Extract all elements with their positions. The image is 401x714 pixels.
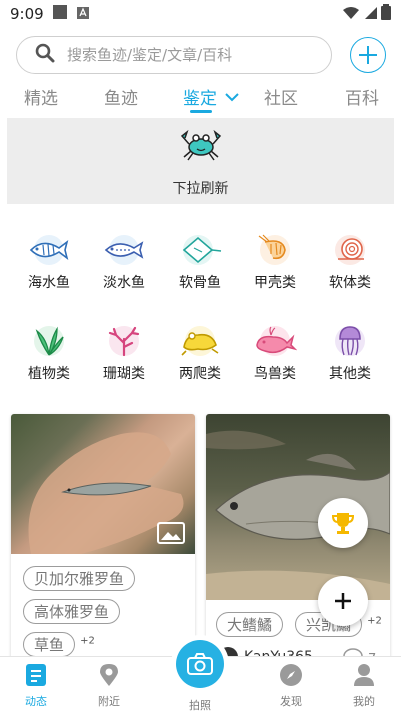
nav-fujin[interactable]: 附近: [84, 663, 134, 709]
frog-icon: [181, 326, 219, 356]
plus-icon: [359, 46, 377, 64]
tab-jianding[interactable]: 鉴定: [183, 84, 217, 109]
chevron-down-icon[interactable]: [224, 88, 240, 107]
coral-icon: [108, 326, 140, 357]
tab-jingxuan[interactable]: 精选: [24, 84, 58, 109]
signal-icon: [363, 5, 377, 24]
species-tag[interactable]: 大鳍鱊: [216, 612, 284, 637]
wifi-icon: [343, 5, 359, 24]
notification-icon: [52, 4, 68, 24]
more-tags-count: +2: [80, 635, 95, 647]
top-tabs: 精选 鱼迹 鉴定 社区 百科: [0, 84, 401, 114]
battery-icon: [381, 4, 391, 24]
category-ruanguyu[interactable]: 软骨鱼: [170, 234, 230, 292]
species-tag[interactable]: 贝加尔雅罗鱼: [23, 566, 136, 591]
category-label: 海水鱼: [28, 275, 70, 291]
category-shanhulei[interactable]: 珊瑚类: [94, 325, 154, 383]
feed-card-right[interactable]: 大鳍鱊 兴凯鱊 +2 KanYu365 7: [206, 414, 390, 674]
search-row: [16, 36, 386, 74]
tab-shequ[interactable]: 社区: [264, 84, 298, 109]
tab-indicator: [190, 110, 212, 113]
category-jiakelei[interactable]: 甲壳类: [245, 234, 305, 292]
category-zhiwulei[interactable]: 植物类: [19, 325, 79, 383]
jellyfish-icon: [335, 326, 365, 356]
location-pin-icon: [100, 664, 118, 686]
shell-icon: [335, 235, 365, 265]
feed-icon: [26, 664, 46, 686]
profile-icon: [354, 664, 374, 686]
keyboard-icon: [76, 5, 90, 24]
plant-icon: [34, 326, 64, 356]
status-bar: 9:09: [0, 0, 401, 28]
category-label: 鸟兽类: [254, 366, 296, 382]
category-haishuiyu[interactable]: 海水鱼: [19, 234, 79, 292]
tab-yuji[interactable]: 鱼迹: [104, 84, 138, 109]
more-tags-count: +2: [367, 615, 382, 627]
nav-wode[interactable]: 我的: [339, 663, 389, 709]
compass-icon: [280, 664, 302, 686]
ray-icon: [182, 235, 222, 265]
nav-dongtai[interactable]: 动态: [11, 663, 61, 709]
nav-label: 我的: [353, 695, 375, 708]
saltwater-fish-icon: [29, 235, 69, 265]
category-label: 珊瑚类: [103, 366, 145, 382]
search-bar[interactable]: [16, 36, 332, 74]
category-label: 淡水鱼: [103, 275, 145, 291]
category-label: 软体类: [329, 275, 371, 291]
category-label: 植物类: [28, 366, 70, 382]
species-tag[interactable]: 高体雅罗鱼: [23, 599, 121, 624]
trophy-button[interactable]: [318, 498, 368, 548]
floating-add-button[interactable]: [318, 576, 368, 626]
category-label: 甲壳类: [254, 275, 296, 291]
gallery-icon: [157, 522, 185, 544]
freshwater-fish-icon: [104, 235, 144, 265]
tab-baike[interactable]: 百科: [345, 84, 379, 109]
nav-faxian[interactable]: 发现: [266, 663, 316, 709]
search-icon: [35, 43, 55, 67]
category-niaoshoulei[interactable]: 鸟兽类: [245, 325, 305, 383]
status-time: 9:09: [10, 5, 44, 23]
category-label: 软骨鱼: [179, 275, 221, 291]
species-tag[interactable]: 草鱼: [23, 632, 76, 657]
nav-label: 拍照: [189, 699, 211, 712]
nav-paizhao[interactable]: 拍照: [175, 695, 225, 713]
camera-icon: [187, 653, 213, 675]
feed-card-left[interactable]: 贝加尔雅罗鱼 高体雅罗鱼 草鱼 +2: [11, 414, 195, 664]
card-photo[interactable]: [11, 414, 195, 554]
trophy-icon: [331, 513, 355, 534]
refresh-panel: 下拉刷新: [7, 118, 394, 204]
category-ruantilei[interactable]: 软体类: [320, 234, 380, 292]
shrimp-icon: [258, 234, 290, 265]
category-label: 其他类: [329, 366, 371, 382]
category-danshuiyu[interactable]: 淡水鱼: [94, 234, 154, 292]
crab-icon: [179, 126, 223, 166]
tag-list: 贝加尔雅罗鱼: [23, 566, 136, 591]
whale-icon: [256, 326, 297, 356]
nav-label: 发现: [280, 695, 302, 708]
plus-icon: [335, 593, 351, 609]
camera-button[interactable]: [176, 640, 224, 688]
category-label: 两爬类: [179, 366, 221, 382]
nav-label: 附近: [98, 695, 120, 708]
refresh-label: 下拉刷新: [172, 181, 229, 197]
add-button[interactable]: [350, 37, 386, 73]
category-liangpalei[interactable]: 两爬类: [170, 325, 230, 383]
nav-label: 动态: [25, 695, 47, 708]
category-qitalei[interactable]: 其他类: [320, 325, 380, 383]
search-input[interactable]: [67, 46, 317, 64]
